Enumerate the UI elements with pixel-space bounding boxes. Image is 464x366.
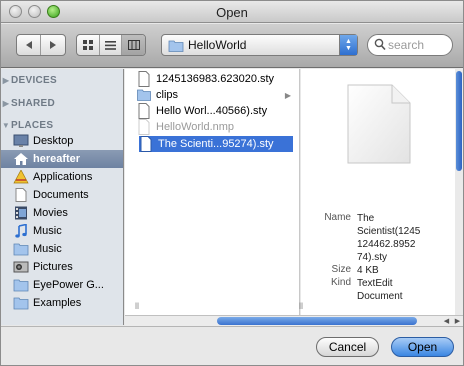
- document-icon: [138, 119, 150, 135]
- open-dialog: Open HelloWorld ▲ ▼ search ▶ DEVICES ▶ S…: [0, 0, 464, 366]
- window-title: Open: [216, 5, 248, 20]
- icon-view-button[interactable]: [77, 35, 100, 55]
- back-forward-control: [16, 34, 66, 56]
- sidebar-section-places[interactable]: ▼PLACES: [1, 120, 53, 131]
- sidebar-item-music-folder[interactable]: Music: [1, 240, 123, 258]
- sidebar-item-applications[interactable]: Applications: [1, 168, 123, 186]
- pictures-icon: [13, 261, 29, 273]
- sidebar-item-pictures[interactable]: Pictures: [1, 258, 123, 276]
- disclosure-triangle-icon: ▶: [2, 99, 10, 108]
- disclosure-triangle-icon: ▶: [2, 76, 10, 85]
- document-preview-icon: [347, 84, 411, 164]
- cancel-button[interactable]: Cancel: [316, 337, 379, 357]
- forward-button[interactable]: [41, 35, 65, 55]
- column-view-button[interactable]: [122, 35, 145, 55]
- open-button[interactable]: Open: [391, 337, 454, 357]
- location-label: HelloWorld: [188, 38, 247, 52]
- popup-stepper-icon: ▲ ▼: [339, 35, 357, 55]
- sidebar-item-desktop[interactable]: Desktop: [1, 132, 123, 150]
- kind-value: TextEdit Document: [357, 278, 403, 302]
- folder-icon: [13, 279, 29, 292]
- folder-row[interactable]: clips ▶: [137, 87, 295, 103]
- disclosure-arrow-icon: ▶: [284, 90, 291, 100]
- title-bar: Open: [1, 1, 463, 23]
- sidebar-section-shared[interactable]: ▶ SHARED: [1, 98, 55, 109]
- back-arrow-icon: [25, 41, 32, 49]
- size-value: 4 KB: [357, 265, 379, 276]
- movies-icon: [15, 206, 27, 220]
- sidebar-item-eyepower[interactable]: EyePower G...: [1, 276, 123, 294]
- search-field[interactable]: search: [367, 34, 453, 56]
- folder-icon: [137, 89, 151, 101]
- file-row[interactable]: 1245136983.623020.sty: [137, 71, 295, 87]
- kind-label: Kind: [330, 277, 351, 288]
- column-view-icon: [127, 40, 140, 50]
- document-icon: [140, 136, 152, 152]
- list-view-button[interactable]: [100, 35, 123, 55]
- forward-arrow-icon: [50, 41, 56, 49]
- home-icon: [14, 153, 28, 165]
- name-value: The Scientist(1245 124462.8952 74).sty: [357, 213, 421, 263]
- scroll-arrows: ◀ ▶: [441, 316, 463, 326]
- scroll-right-icon[interactable]: ▶: [455, 317, 460, 325]
- folder-icon: [13, 297, 29, 310]
- sidebar-section-devices[interactable]: ▶ DEVICES: [1, 75, 57, 86]
- size-label: Size: [331, 264, 351, 275]
- documents-icon: [15, 188, 27, 202]
- column-resize-handle[interactable]: ll: [135, 301, 139, 311]
- disclosure-triangle-icon: ▼: [1, 121, 11, 130]
- list-view-icon: [105, 40, 116, 50]
- sidebar-item-hereafter[interactable]: hereafter: [1, 150, 123, 168]
- sidebar-item-documents[interactable]: Documents: [1, 186, 123, 204]
- file-row[interactable]: Hello Worl...40566).sty: [137, 103, 295, 119]
- toolbar: HelloWorld ▲ ▼ search: [1, 24, 463, 68]
- sidebar-item-music[interactable]: Music: [1, 222, 123, 240]
- view-mode-control: [76, 34, 146, 56]
- file-row-disabled: HelloWorld.nmp: [137, 119, 295, 135]
- applications-icon: [13, 170, 29, 184]
- location-popup[interactable]: HelloWorld ▲ ▼: [161, 34, 358, 56]
- document-icon: [138, 71, 150, 87]
- scroll-thumb[interactable]: [456, 71, 462, 171]
- file-column: 1245136983.623020.sty clips ▶ Hello Worl…: [125, 69, 300, 315]
- document-icon: [138, 103, 150, 119]
- horizontal-scrollbar[interactable]: ◀ ▶: [125, 315, 463, 326]
- folder-icon: [168, 40, 184, 52]
- search-input[interactable]: search: [388, 38, 424, 52]
- folder-icon: [13, 243, 29, 256]
- back-button[interactable]: [17, 35, 42, 55]
- scroll-thumb[interactable]: [217, 317, 417, 325]
- desktop-icon: [13, 134, 29, 147]
- music-icon: [15, 224, 27, 238]
- column-resize-handle[interactable]: ll: [299, 301, 303, 311]
- scroll-left-icon[interactable]: ◀: [444, 317, 449, 325]
- sidebar-item-examples[interactable]: Examples: [1, 294, 123, 312]
- button-bar: Cancel Open: [1, 326, 463, 365]
- vertical-scrollbar[interactable]: [455, 69, 463, 315]
- sidebar: ▶ DEVICES ▶ SHARED ▼PLACES Desktop hereaft…: [1, 69, 124, 325]
- search-icon: [374, 38, 386, 51]
- sidebar-item-movies[interactable]: Movies: [1, 204, 123, 222]
- icon-view-icon: [82, 40, 93, 50]
- file-row-selected[interactable]: The Scienti...95274).sty: [139, 136, 293, 152]
- name-label: Name: [324, 212, 351, 223]
